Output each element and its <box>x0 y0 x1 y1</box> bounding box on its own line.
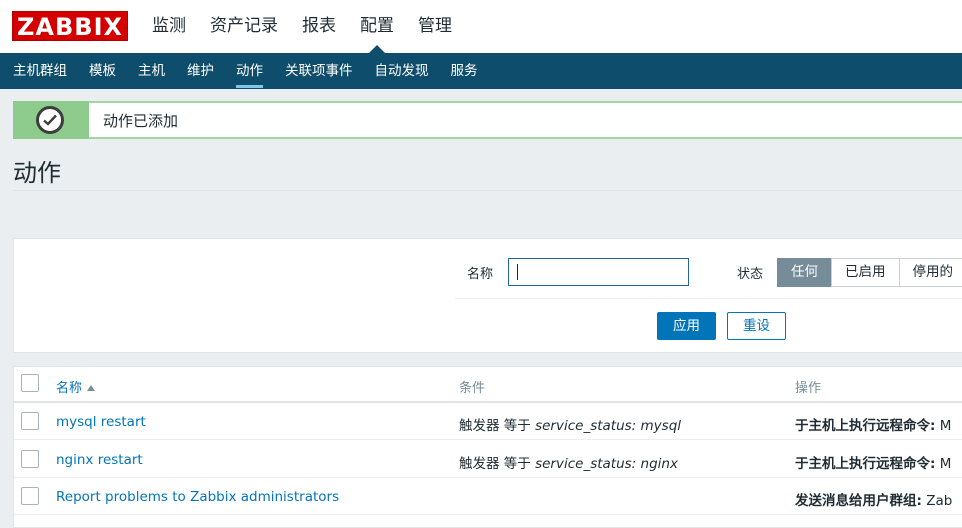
sub-menu-services[interactable]: 服务 <box>440 53 489 89</box>
condition-prefix: 触发器 等于 <box>459 418 536 434</box>
page-title: 动作 <box>13 159 61 187</box>
text-caret <box>517 264 518 280</box>
main-menu-inventory[interactable]: 资产记录 <box>198 0 290 53</box>
condition-prefix: 触发器 等于 <box>459 456 536 472</box>
top-navigation: ZABBIX 监测 资产记录 报表 配置 管理 <box>0 0 962 53</box>
row-checkbox[interactable] <box>21 450 39 468</box>
sub-menu-event-correlation[interactable]: 关联项事件 <box>274 53 364 89</box>
sub-menu-maintenance[interactable]: 维护 <box>176 53 225 89</box>
sub-menu-actions[interactable]: 动作 <box>225 53 274 89</box>
title-divider <box>13 190 962 191</box>
main-menu-administration[interactable]: 管理 <box>406 0 464 53</box>
table-row: Report problems to Zabbix administrators… <box>14 478 962 515</box>
action-name-link[interactable]: mysql restart <box>56 414 146 430</box>
column-header-name[interactable]: 名称 <box>56 377 96 396</box>
sub-menu-host-groups[interactable]: 主机群组 <box>2 53 78 89</box>
sub-menu: 主机群组 模板 主机 维护 动作 关联项事件 自动发现 服务 <box>0 53 962 89</box>
message-text: 动作已添加 <box>103 112 179 130</box>
actions-table: 名称 条件 操作 mysql restart 触发器 等于 service_st… <box>13 366 962 528</box>
main-menu: 监测 资产记录 报表 配置 管理 <box>140 0 464 53</box>
message-icon-box <box>13 101 89 139</box>
column-header-conditions: 条件 <box>459 381 486 396</box>
action-operations: 于主机上执行远程命令: M <box>795 452 962 472</box>
table-header-row: 名称 条件 操作 <box>14 367 962 403</box>
row-checkbox[interactable] <box>21 487 39 505</box>
success-message: 动作已添加 <box>13 101 962 139</box>
reset-button[interactable]: 重设 <box>727 312 786 340</box>
row-checkbox[interactable] <box>21 412 39 430</box>
sub-menu-templates[interactable]: 模板 <box>78 53 127 89</box>
filter-status-segmented: 任何 已启用 停用的 <box>777 258 962 287</box>
operation-label: 于主机上执行远程命令: <box>795 456 936 472</box>
select-all-checkbox[interactable] <box>21 374 39 392</box>
filter-panel: 名称 状态 任何 已启用 停用的 应用 重设 <box>13 238 962 353</box>
column-header-operations: 操作 <box>795 381 822 396</box>
main-menu-monitoring[interactable]: 监测 <box>140 0 198 53</box>
operation-value: M <box>935 418 952 434</box>
column-header-name-label: 名称 <box>56 381 83 396</box>
operation-value: M <box>935 456 952 472</box>
action-conditions: 触发器 等于 service_status: nginx <box>459 452 678 472</box>
condition-value: service_status: nginx <box>535 456 678 472</box>
check-circle-icon <box>36 106 64 134</box>
sort-asc-icon <box>87 385 96 391</box>
filter-name-input[interactable] <box>508 258 689 286</box>
action-operations: 于主机上执行远程命令: M <box>795 414 962 434</box>
action-name-link[interactable]: nginx restart <box>56 452 143 468</box>
status-option-enabled[interactable]: 已启用 <box>831 258 900 287</box>
table-row: nginx restart 触发器 等于 service_status: ngi… <box>14 441 962 478</box>
table-row: mysql restart 触发器 等于 service_status: mys… <box>14 403 962 440</box>
main-menu-configuration[interactable]: 配置 <box>348 0 406 53</box>
action-operations: 发送消息给用户群组: Zab <box>795 489 962 509</box>
zabbix-logo[interactable]: ZABBIX <box>12 11 128 41</box>
action-name-link[interactable]: Report problems to Zabbix administrators <box>56 489 339 505</box>
operation-label: 发送消息给用户群组: <box>795 493 922 509</box>
main-menu-reports[interactable]: 报表 <box>290 0 348 53</box>
filter-status-label: 状态 <box>737 267 764 282</box>
action-conditions: 触发器 等于 service_status: mysql <box>459 414 681 434</box>
sub-menu-discovery[interactable]: 自动发现 <box>364 53 440 89</box>
sub-menu-hosts[interactable]: 主机 <box>127 53 176 89</box>
status-option-any[interactable]: 任何 <box>777 258 832 287</box>
status-option-disabled[interactable]: 停用的 <box>898 258 962 287</box>
apply-button[interactable]: 应用 <box>657 312 716 340</box>
condition-value: service_status: mysql <box>535 418 682 434</box>
filter-divider <box>455 298 962 299</box>
operation-value: Zab <box>921 493 953 509</box>
filter-name-label: 名称 <box>467 267 494 282</box>
operation-label: 于主机上执行远程命令: <box>795 418 936 434</box>
